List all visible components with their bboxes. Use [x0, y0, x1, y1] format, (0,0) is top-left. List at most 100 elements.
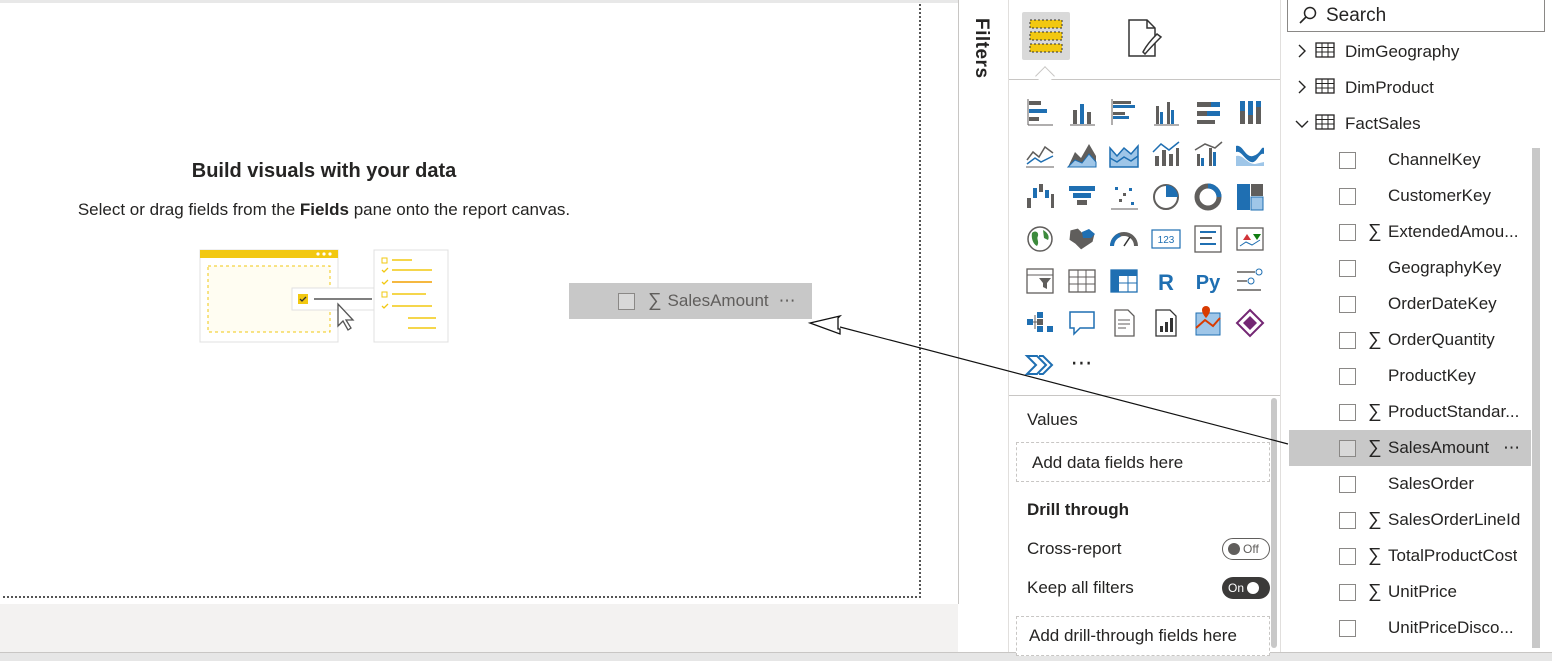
waterfall-chart-icon[interactable]	[1023, 180, 1057, 214]
cross-report-state: Off	[1243, 542, 1259, 556]
ribbon-chart-icon[interactable]	[1233, 138, 1267, 172]
100-stacked-column-chart-icon[interactable]	[1233, 96, 1267, 130]
build-visual-tab[interactable]	[1022, 12, 1070, 60]
slicer-icon[interactable]	[1023, 264, 1057, 298]
keep-all-filters-toggle[interactable]: On	[1222, 577, 1270, 599]
more-visuals-icon[interactable]: ⋯	[1065, 348, 1099, 382]
donut-chart-icon[interactable]	[1191, 180, 1225, 214]
format-visual-tab[interactable]	[1121, 14, 1169, 62]
stacked-column-chart-icon[interactable]	[1065, 96, 1099, 130]
table-row[interactable]: FactSales	[1281, 106, 1421, 142]
canvas-bottom-bar	[0, 604, 958, 652]
fields-scrollbar[interactable]	[1532, 148, 1540, 648]
card-icon[interactable]: 123	[1149, 222, 1183, 256]
clustered-bar-chart-icon[interactable]	[1107, 96, 1141, 130]
filters-pane-label[interactable]: Filters	[970, 18, 992, 79]
field-checkbox[interactable]	[1339, 583, 1356, 601]
values-field-well[interactable]: Add data fields here	[1016, 442, 1270, 482]
chevron-down-icon[interactable]	[1295, 116, 1309, 132]
drill-through-field-well[interactable]: Add drill-through fields here	[1016, 616, 1270, 656]
chevron-right-icon[interactable]	[1295, 44, 1309, 61]
multi-row-card-icon[interactable]	[1191, 222, 1225, 256]
field-row[interactable]: ∑ TotalProductCost	[1289, 538, 1531, 574]
search-placeholder: Search	[1326, 4, 1387, 26]
field-row[interactable]: ∑ OrderQuantity	[1289, 322, 1531, 358]
table-row[interactable]: DimProduct	[1281, 70, 1434, 106]
field-name: TotalProductCost	[1388, 546, 1518, 565]
line-chart-icon[interactable]	[1023, 138, 1057, 172]
viz-scrollbar[interactable]	[1271, 398, 1277, 648]
field-row[interactable]: UnitPriceDisco...	[1289, 610, 1531, 646]
more-visuals-label: ⋯	[1070, 350, 1094, 375]
power-automate-icon[interactable]	[1023, 348, 1057, 382]
stacked-area-chart-icon[interactable]	[1107, 138, 1141, 172]
paginated-report-icon[interactable]	[1149, 306, 1183, 340]
field-checkbox[interactable]	[1339, 187, 1356, 205]
field-name: SalesOrderLineId	[1388, 510, 1521, 529]
field-row[interactable]: ∑ ProductStandar...	[1289, 394, 1531, 430]
table-icon	[1315, 41, 1335, 63]
funnel-chart-icon[interactable]	[1065, 180, 1099, 214]
r-script-visual-icon[interactable]: R	[1149, 264, 1183, 298]
clustered-column-chart-icon[interactable]	[1149, 96, 1183, 130]
field-row[interactable]: OrderDateKey	[1289, 286, 1531, 322]
pie-chart-icon[interactable]	[1149, 180, 1183, 214]
field-checkbox[interactable]	[1339, 331, 1356, 349]
gauge-icon[interactable]	[1107, 222, 1141, 256]
drag-ghost-field[interactable]: ∑ SalesAmount ⋯	[569, 283, 812, 319]
field-checkbox[interactable]	[1339, 259, 1356, 277]
toggle-knob	[1247, 582, 1260, 594]
field-checkbox[interactable]	[1339, 439, 1356, 457]
cross-report-toggle[interactable]: Off	[1222, 538, 1270, 560]
azure-map-icon[interactable]	[1191, 306, 1225, 340]
field-checkbox[interactable]	[1339, 475, 1356, 493]
smart-narrative-icon[interactable]	[1107, 306, 1141, 340]
100-stacked-bar-chart-icon[interactable]	[1191, 96, 1225, 130]
field-checkbox[interactable]	[1339, 223, 1356, 241]
field-row[interactable]: ProductKey	[1289, 358, 1531, 394]
treemap-icon[interactable]	[1233, 180, 1267, 214]
filled-map-icon[interactable]	[1065, 222, 1099, 256]
field-row[interactable]: CustomerKey	[1289, 178, 1531, 214]
kpi-icon[interactable]	[1233, 222, 1267, 256]
field-checkbox[interactable]	[1339, 547, 1356, 565]
more-options-icon[interactable]: ⋯	[1503, 438, 1521, 458]
table-row[interactable]: DimGeography	[1281, 34, 1459, 70]
map-icon[interactable]	[1023, 222, 1057, 256]
field-row[interactable]: ChannelKey	[1289, 142, 1531, 178]
table-icon	[1315, 77, 1335, 99]
chevron-right-icon[interactable]	[1295, 80, 1309, 97]
toggle-knob	[1228, 543, 1240, 555]
fields-search-input[interactable]: Search	[1287, 0, 1545, 32]
table-name: FactSales	[1345, 114, 1421, 133]
field-checkbox[interactable]	[1339, 367, 1356, 385]
field-checkbox[interactable]	[1339, 151, 1356, 169]
field-checkbox[interactable]	[1339, 403, 1356, 421]
field-row[interactable]: ∑ SalesOrderLineId	[1289, 502, 1531, 538]
stacked-bar-chart-icon[interactable]	[1023, 96, 1057, 130]
area-chart-icon[interactable]	[1065, 138, 1099, 172]
power-apps-icon[interactable]	[1233, 306, 1267, 340]
field-row[interactable]: SalesOrder	[1289, 466, 1531, 502]
key-influencers-icon[interactable]	[1233, 264, 1267, 298]
line-and-clustered-column-chart-icon[interactable]	[1191, 138, 1225, 172]
line-and-stacked-column-chart-icon[interactable]	[1149, 138, 1183, 172]
field-row[interactable]: GeographyKey	[1289, 250, 1531, 286]
field-row[interactable]: ∑ UnitPrice	[1289, 574, 1531, 610]
field-checkbox[interactable]	[1339, 295, 1356, 313]
field-name: SalesAmount	[1388, 438, 1490, 457]
field-checkbox[interactable]	[1339, 619, 1356, 637]
decomposition-tree-icon[interactable]	[1023, 306, 1057, 340]
table-icon[interactable]	[1065, 264, 1099, 298]
field-row[interactable]: ∑ SalesAmount ⋯	[1289, 430, 1531, 466]
field-checkbox[interactable]	[1339, 511, 1356, 529]
scatter-chart-icon[interactable]	[1107, 180, 1141, 214]
field-row[interactable]: ∑ ExtendedAmou...	[1289, 214, 1531, 250]
field-name: ProductStandar...	[1388, 402, 1520, 421]
sigma-icon: ∑	[1368, 329, 1382, 350]
qa-visual-icon[interactable]	[1065, 306, 1099, 340]
filters-pane-collapsed[interactable]	[958, 0, 1008, 604]
matrix-icon[interactable]	[1107, 264, 1141, 298]
python-visual-icon[interactable]: Py	[1191, 264, 1225, 298]
sigma-icon: ∑	[1368, 401, 1382, 422]
